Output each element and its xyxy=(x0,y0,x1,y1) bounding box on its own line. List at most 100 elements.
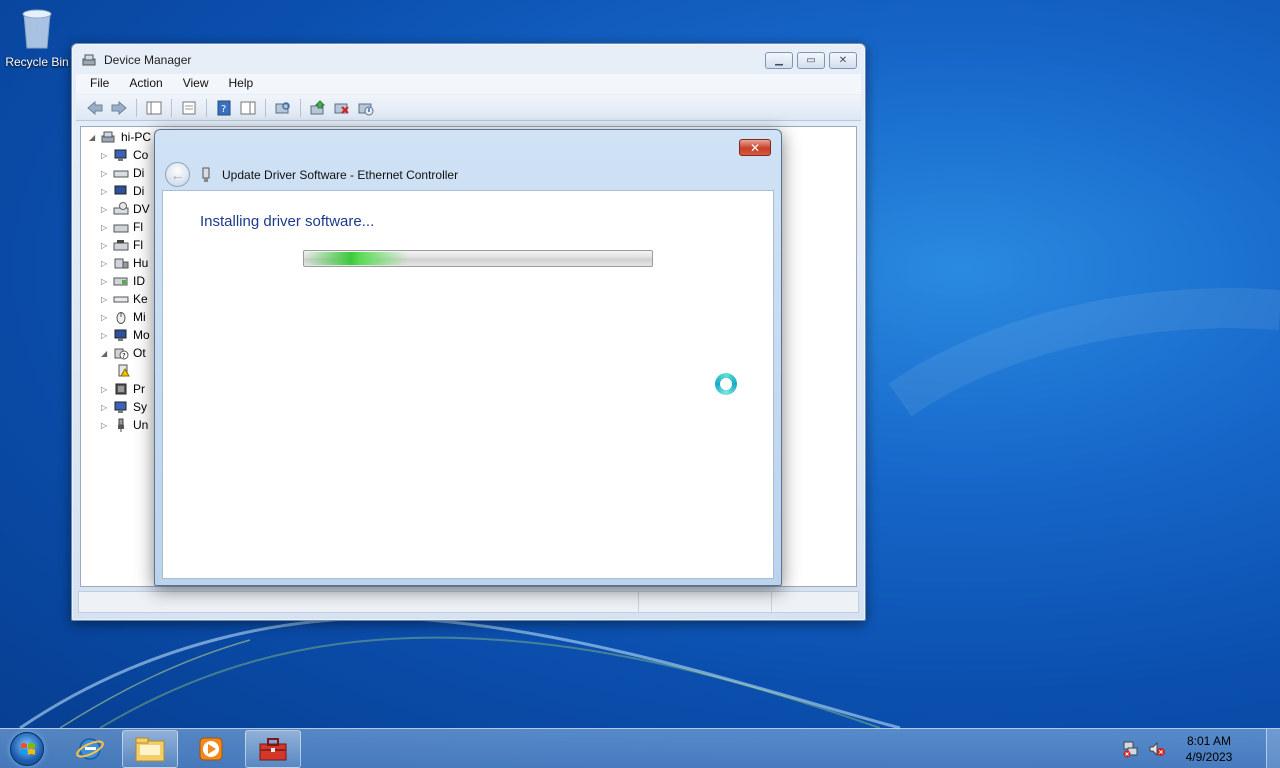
tree-item[interactable]: ▷ Un xyxy=(101,416,148,434)
tree-item[interactable]: ▷ Hu xyxy=(101,254,148,272)
back-button[interactable] xyxy=(84,98,106,118)
tree-item[interactable]: ▷ Di xyxy=(101,182,144,200)
menu-action[interactable]: Action xyxy=(116,74,169,94)
update-driver-icon xyxy=(310,99,326,114)
dialog-close-button[interactable]: ✕ xyxy=(739,139,771,156)
clock-date: 4/9/2023 xyxy=(1185,750,1233,764)
uninstall-icon xyxy=(334,103,349,114)
taskbar-device-manager[interactable] xyxy=(245,730,301,768)
volume-tray-button[interactable] xyxy=(1148,740,1166,758)
tree-item[interactable]: ▷ Sy xyxy=(101,398,147,416)
device-manager-app-icon xyxy=(82,54,96,66)
tree-item-label: Hu xyxy=(133,256,149,270)
close-button[interactable]: ✕ xyxy=(829,52,857,69)
tree-item-label: Di xyxy=(133,184,145,198)
taskbar: 8:01 AM 4/9/2023 xyxy=(0,728,1280,768)
update-driver-button[interactable] xyxy=(307,98,329,118)
window-title-bar: Device Manager xyxy=(82,53,191,67)
mouse-icon xyxy=(116,312,126,324)
tree-root[interactable]: ◢ hi-PC xyxy=(89,128,151,146)
window-title: Device Manager xyxy=(104,53,192,67)
expand-arrow-icon: ▷ xyxy=(101,330,108,340)
tree-item-label: Un xyxy=(133,418,149,432)
expand-arrow-icon: ▷ xyxy=(101,384,108,394)
status-cell xyxy=(639,592,772,612)
forward-arrow-icon xyxy=(111,100,127,115)
tree-item[interactable]: ▷ DV xyxy=(101,200,150,218)
enable-device-button[interactable] xyxy=(355,98,377,118)
tree-item-expanded[interactable]: ◢? Ot xyxy=(101,344,146,362)
expand-arrow-icon: ▷ xyxy=(101,294,108,304)
minimize-icon: ▁ xyxy=(775,55,783,66)
scan-hardware-button[interactable] xyxy=(272,98,294,118)
tree-item[interactable]: ▷ Fl xyxy=(101,218,143,236)
svg-text:?: ? xyxy=(221,104,226,115)
expand-arrow-icon: ▷ xyxy=(101,402,108,412)
installing-heading: Installing driver software... xyxy=(200,213,375,230)
toolbar-separator xyxy=(300,98,301,117)
tree-item-label: Fl xyxy=(133,220,143,234)
help-button[interactable]: ? xyxy=(213,98,235,118)
collapse-arrow-icon: ◢ xyxy=(89,132,96,142)
warning-device-icon xyxy=(118,364,130,377)
expand-arrow-icon: ▷ xyxy=(101,186,108,196)
expand-arrow-icon: ▷ xyxy=(101,204,108,214)
keyboard-icon xyxy=(113,296,129,303)
maximize-button[interactable]: ▭ xyxy=(797,52,825,69)
properties-button[interactable] xyxy=(178,98,200,118)
display-adapter-icon xyxy=(114,185,127,195)
clock[interactable]: 8:01 AM 4/9/2023 xyxy=(1174,733,1244,765)
install-progress-bar xyxy=(303,250,653,267)
show-desktop-button[interactable] xyxy=(1266,729,1280,768)
tree-item-label: Sy xyxy=(133,400,148,414)
menu-file[interactable]: File xyxy=(76,74,116,94)
internet-explorer-icon xyxy=(76,738,104,760)
tree-item[interactable]: ▷ Di xyxy=(101,164,144,182)
show-hide-console-tree-button[interactable] xyxy=(143,98,165,118)
usb-icon xyxy=(118,418,124,432)
computer-icon xyxy=(101,131,115,143)
disk-drive-icon xyxy=(113,170,129,178)
forward-button[interactable] xyxy=(108,98,130,118)
tree-item[interactable]: ▷ ID xyxy=(101,272,145,290)
expand-arrow-icon: ▷ xyxy=(101,420,108,430)
clock-time: 8:01 AM xyxy=(1186,734,1232,748)
tree-item[interactable]: ▷ Mo xyxy=(101,326,150,344)
tree-child-ethernet-controller[interactable] xyxy=(115,362,131,380)
network-adapter-icon xyxy=(202,167,210,182)
dialog-content: Installing driver software... xyxy=(162,190,774,579)
tree-item[interactable]: ▷ Co xyxy=(101,146,148,164)
menu-help[interactable]: Help xyxy=(216,74,261,94)
properties-icon xyxy=(182,101,196,114)
tree-item-label: ID xyxy=(133,274,145,288)
minimize-button[interactable]: ▁ xyxy=(765,52,793,69)
other-devices-icon: ? xyxy=(114,348,129,360)
tree-item[interactable]: ▷ Pr xyxy=(101,380,145,398)
taskbar-internet-explorer[interactable] xyxy=(62,730,118,768)
start-button[interactable] xyxy=(6,731,48,767)
tree-item[interactable]: ▷ Fl xyxy=(101,236,143,254)
wizard-back-button[interactable]: ← xyxy=(165,162,190,187)
recycle-bin-label: Recycle Bin xyxy=(5,55,69,69)
collapse-arrow-icon: ◢ xyxy=(101,348,108,358)
status-cell xyxy=(772,592,858,612)
floppy-drive-icon xyxy=(113,240,129,251)
volume-muted-icon xyxy=(1149,741,1165,757)
menu-view[interactable]: View xyxy=(170,74,216,94)
recycle-bin-shortcut[interactable]: Recycle Bin xyxy=(4,6,70,69)
svg-text:?: ? xyxy=(122,352,126,360)
action-pane-button[interactable] xyxy=(237,98,259,118)
toolbar-separator xyxy=(206,98,207,117)
toolbar-separator xyxy=(136,98,137,117)
tree-item[interactable]: ▷ Mi xyxy=(101,308,146,326)
computer-icon xyxy=(114,149,127,161)
taskbar-windows-explorer[interactable] xyxy=(122,730,178,768)
uninstall-button[interactable] xyxy=(331,98,353,118)
help-icon: ? xyxy=(217,100,231,115)
status-bar xyxy=(78,591,859,613)
dvd-drive-icon xyxy=(113,202,129,215)
tree-item[interactable]: ▷ Ke xyxy=(101,290,148,308)
processor-icon xyxy=(115,383,127,395)
taskbar-media-player[interactable] xyxy=(183,730,239,768)
network-tray-button[interactable] xyxy=(1122,740,1140,758)
